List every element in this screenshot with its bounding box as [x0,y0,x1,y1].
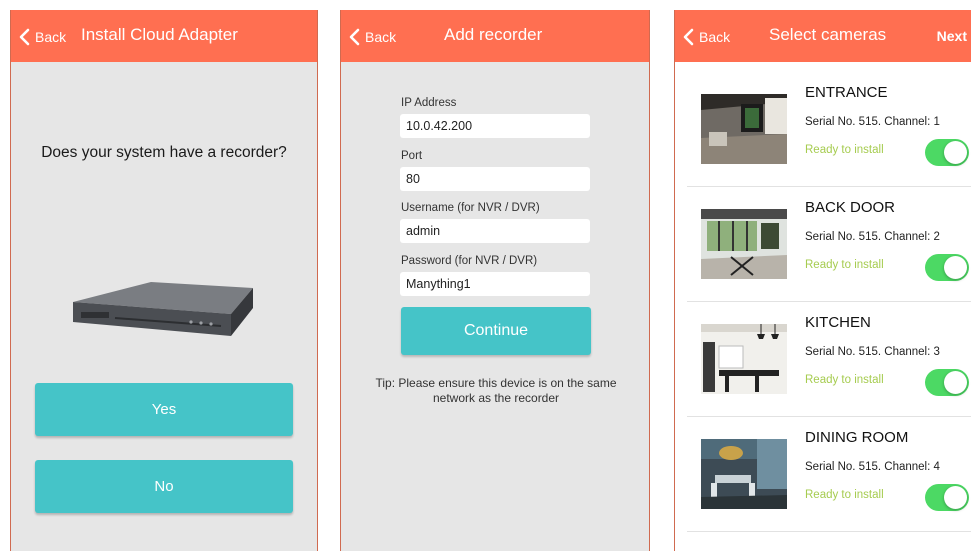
next-button[interactable]: Next [937,28,967,44]
port-input[interactable] [400,167,590,191]
chevron-left-icon [19,28,30,46]
camera-serial: Serial No. 515. Channel: 1 [805,116,940,128]
page-title: Install Cloud Adapter [81,25,238,44]
toggle-knob [944,371,967,394]
password-label: Password (for NVR / DVR) [401,255,538,267]
add-recorder-screen: Back Add recorder IP Address Port Userna… [340,10,650,551]
ip-address-label: IP Address [401,97,457,109]
toggle-knob [944,141,967,164]
yes-button[interactable]: Yes [35,383,293,436]
camera-row-dining-room[interactable]: DINING ROOM Serial No. 515. Channel: 4 R… [687,417,971,532]
page-title: Add recorder [444,25,543,44]
camera-status: Ready to install [805,374,884,386]
no-button[interactable]: No [35,460,293,513]
nav-bar: Back Add recorder [341,10,649,62]
nav-bar: Back Select cameras Next [675,10,971,62]
camera-status: Ready to install [805,144,884,156]
camera-name: ENTRANCE [805,84,888,101]
username-label: Username (for NVR / DVR) [401,202,540,214]
camera-name: DINING ROOM [805,429,909,446]
camera-thumbnail [701,439,787,509]
camera-serial: Serial No. 515. Channel: 3 [805,346,940,358]
camera-row-entrance[interactable]: ENTRANCE Serial No. 515. Channel: 1 Read… [687,72,971,187]
camera-thumbnail [701,209,787,279]
dvr-recorder-image [73,282,253,336]
camera-enable-toggle[interactable] [925,139,969,166]
camera-thumbnail [701,324,787,394]
tip-text: Tip: Please ensure this device is on the… [375,376,617,405]
camera-serial: Serial No. 515. Channel: 2 [805,231,940,243]
camera-row-back-door[interactable]: BACK DOOR Serial No. 515. Channel: 2 Rea… [687,187,971,302]
ip-address-input[interactable] [400,114,590,138]
select-cameras-screen: Back Select cameras Next ENTRANCE Serial… [674,10,971,551]
port-label: Port [401,150,423,162]
camera-name: KITCHEN [805,314,871,331]
username-input[interactable] [400,219,590,243]
back-button[interactable]: Back [347,28,396,46]
camera-status: Ready to install [805,259,884,271]
camera-enable-toggle[interactable] [925,254,969,281]
password-input[interactable] [400,272,590,296]
nav-bar: Back Install Cloud Adapter [11,10,317,62]
chevron-left-icon [683,28,694,46]
back-label: Back [365,29,397,45]
camera-enable-toggle[interactable] [925,369,969,396]
toggle-knob [944,486,967,509]
back-label: Back [699,29,731,45]
camera-status: Ready to install [805,489,884,501]
install-cloud-adapter-screen: Back Install Cloud Adapter Does your sys… [10,10,318,551]
camera-row-kitchen[interactable]: KITCHEN Serial No. 515. Channel: 3 Ready… [687,302,971,417]
camera-name: BACK DOOR [805,199,896,216]
camera-enable-toggle[interactable] [925,484,969,511]
camera-serial: Serial No. 515. Channel: 4 [805,461,940,473]
back-button[interactable]: Back [681,28,730,46]
chevron-left-icon [349,28,360,46]
page-title: Select cameras [769,25,887,44]
camera-thumbnail [701,94,787,164]
back-label: Back [35,29,67,45]
back-button[interactable]: Back [17,28,66,46]
recorder-question: Does your system have a recorder? [41,144,287,161]
continue-button[interactable]: Continue [401,307,591,355]
toggle-knob [944,256,967,279]
